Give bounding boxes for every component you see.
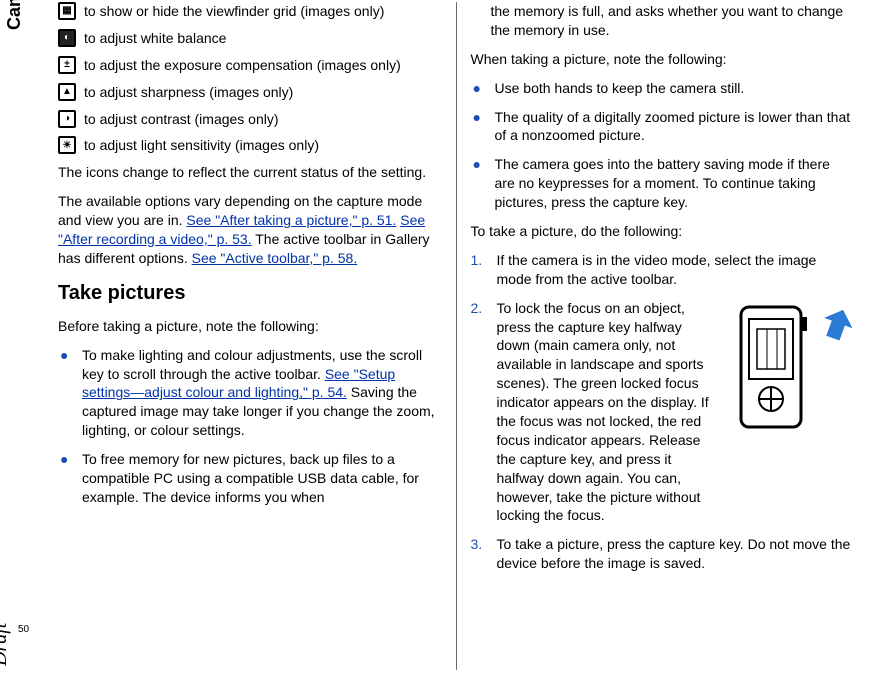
bullet-list: Use both hands to keep the camera still.…	[471, 79, 854, 212]
link-active-toolbar[interactable]: See "Active toolbar," p. 58.	[192, 250, 358, 266]
white-balance-icon: ◐	[58, 29, 76, 47]
toolbar-item-contrast: ◑ to adjust contrast (images only)	[58, 110, 442, 129]
list-item: The camera goes into the battery saving …	[491, 155, 854, 212]
section-label: Camera	[2, 0, 26, 30]
phone-capture-illustration	[723, 299, 853, 439]
bullet-list: To make lighting and colour adjustments,…	[58, 346, 442, 507]
list-item: Use both hands to keep the camera still.	[491, 79, 854, 98]
step-number: 1.	[471, 251, 483, 270]
toolbar-item-iso: ☀ to adjust light sensitivity (images on…	[58, 136, 442, 155]
draft-watermark: Draft	[0, 623, 14, 666]
paragraph: The icons change to reflect the current …	[58, 163, 442, 182]
text: to adjust contrast (images only)	[84, 110, 279, 129]
numbered-steps: 1. If the camera is in the video mode, s…	[471, 251, 854, 573]
text: to adjust light sensitivity (images only…	[84, 136, 319, 155]
step-number: 3.	[471, 535, 483, 554]
continuation-text: the memory is full, and asks whether you…	[471, 2, 854, 40]
heading-take-pictures: Take pictures	[58, 280, 442, 307]
toolbar-item-sharpness: ▲ to adjust sharpness (images only)	[58, 83, 442, 102]
contrast-icon: ◑	[58, 110, 76, 128]
text: to adjust sharpness (images only)	[84, 83, 293, 102]
sharpness-icon: ▲	[58, 83, 76, 101]
step-3: 3. To take a picture, press the capture …	[491, 535, 854, 573]
list-item: To make lighting and colour adjustments,…	[78, 346, 442, 440]
step-number: 2.	[471, 299, 483, 318]
iso-icon: ☀	[58, 136, 76, 154]
toolbar-item-exposure: ± to adjust the exposure compensation (i…	[58, 56, 442, 75]
list-item: The quality of a digitally zoomed pictur…	[491, 108, 854, 146]
column-right: the memory is full, and asks whether you…	[456, 2, 868, 670]
two-column-layout: ▦ to show or hide the viewfinder grid (i…	[0, 0, 871, 674]
toolbar-item-white-balance: ◐ to adjust white balance	[58, 29, 442, 48]
step-1: 1. If the camera is in the video mode, s…	[491, 251, 854, 289]
column-left: ▦ to show or hide the viewfinder grid (i…	[44, 2, 456, 670]
step-2: 2. To lock the focus on an object, press…	[491, 299, 854, 526]
paragraph: The available options vary depending on …	[58, 192, 442, 268]
text: To lock the focus on an object, press th…	[497, 299, 716, 526]
text: To take a picture, press the capture key…	[497, 536, 851, 571]
paragraph: When taking a picture, note the followin…	[471, 50, 854, 69]
paragraph: Before taking a picture, note the follow…	[58, 317, 442, 336]
list-item: To free memory for new pictures, back up…	[78, 450, 442, 507]
exposure-icon: ±	[58, 56, 76, 74]
link-after-taking-picture[interactable]: See "After taking a picture," p. 51.	[186, 212, 396, 228]
grid-icon: ▦	[58, 2, 76, 20]
text: to adjust white balance	[84, 29, 226, 48]
text: to show or hide the viewfinder grid (ima…	[84, 2, 384, 21]
paragraph: To take a picture, do the following:	[471, 222, 854, 241]
page-number: 50	[18, 623, 29, 637]
toolbar-item-grid: ▦ to show or hide the viewfinder grid (i…	[58, 2, 442, 21]
text: to adjust the exposure compensation (ima…	[84, 56, 401, 75]
text: If the camera is in the video mode, sele…	[497, 252, 817, 287]
